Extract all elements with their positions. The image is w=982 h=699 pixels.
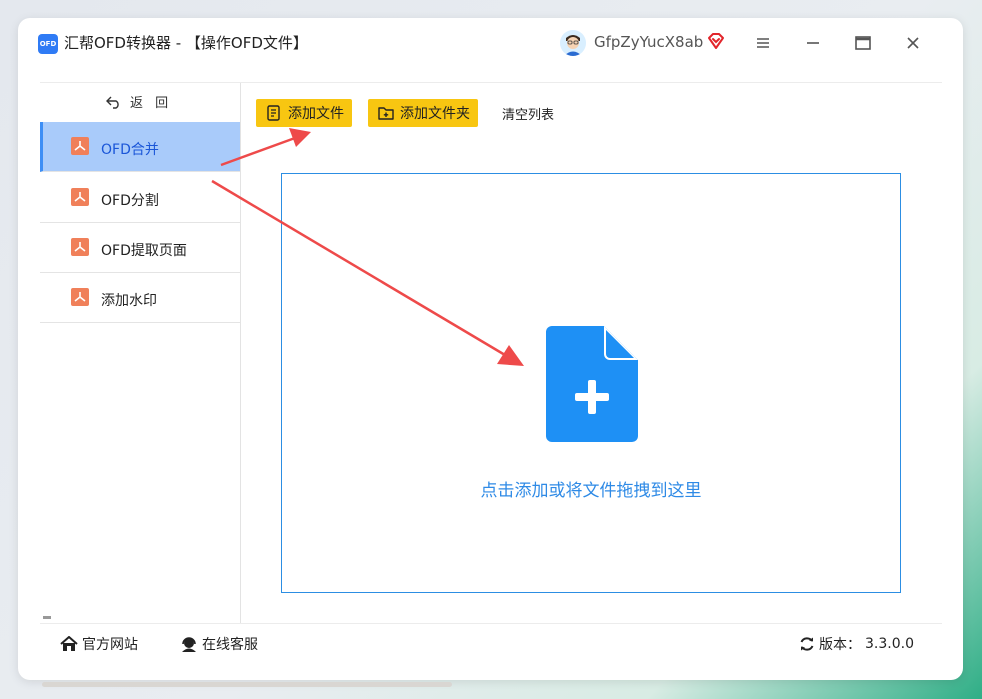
sidebar-item-label: OFD提取页面: [101, 243, 187, 259]
file-list-icon: [267, 105, 280, 121]
username[interactable]: GfpZyYucX8ab: [594, 33, 703, 51]
online-support-link[interactable]: 在线客服: [180, 634, 258, 654]
sidebar-item-label: OFD合并: [101, 142, 159, 158]
sidebar-item-ofd-extract-pages[interactable]: OFD提取页面: [40, 223, 240, 273]
minimize-icon[interactable]: [802, 32, 824, 54]
back-button[interactable]: 返 回: [106, 92, 172, 111]
user-avatar[interactable]: [560, 30, 586, 56]
add-folder-button[interactable]: 添加文件夹: [368, 99, 478, 127]
menu-icon[interactable]: [752, 32, 774, 54]
ofd-doc-icon: [71, 238, 89, 256]
sidebar-item-add-watermark[interactable]: 添加水印: [40, 273, 240, 323]
version-label: 版本：: [819, 637, 862, 653]
status-bar: 官方网站 在线客服 版本： 3.3.0.0: [40, 623, 942, 660]
add-file-button[interactable]: 添加文件: [256, 99, 352, 127]
add-document-icon[interactable]: [546, 326, 638, 442]
ofd-doc-icon: [71, 288, 89, 306]
add-folder-label: 添加文件夹: [400, 106, 470, 122]
drop-zone-hint: 点击添加或将文件拖拽到这里: [480, 481, 702, 501]
add-file-label: 添加文件: [288, 106, 344, 122]
official-website-label: 官方网站: [82, 637, 138, 653]
home-icon: [60, 636, 78, 651]
online-support-label: 在线客服: [202, 637, 258, 653]
ofd-doc-icon: [71, 188, 89, 206]
headset-icon: [182, 637, 196, 652]
app-title: 汇帮OFD转换器 - 【操作OFD文件】: [64, 34, 308, 52]
version-info: 版本： 3.3.0.0: [799, 634, 914, 654]
sidebar-item-ofd-merge[interactable]: OFD合并: [40, 122, 240, 172]
app-logo-icon: OFD: [38, 34, 58, 54]
back-button-label: 返 回: [130, 96, 173, 111]
version-value: 3.3.0.0: [865, 636, 914, 652]
official-website-link[interactable]: 官方网站: [60, 634, 138, 654]
file-drop-zone[interactable]: 点击添加或将文件拖拽到这里: [281, 173, 901, 593]
undo-arrow-icon: [106, 96, 119, 109]
clear-list-button[interactable]: 清空列表: [502, 104, 554, 123]
refresh-icon[interactable]: [799, 636, 815, 652]
close-icon[interactable]: [902, 32, 924, 54]
sidebar-item-label: 添加水印: [101, 293, 157, 309]
folder-add-icon: [378, 107, 394, 120]
title-bar: OFD 汇帮OFD转换器 - 【操作OFD文件】 GfpZyYucX8ab: [22, 22, 932, 64]
maximize-icon[interactable]: [852, 32, 874, 54]
sidebar-item-label: OFD分割: [101, 193, 159, 209]
sidebar-scroll-handle[interactable]: [43, 616, 51, 619]
sidebar-item-ofd-split[interactable]: OFD分割: [40, 173, 240, 223]
sidebar: 返 回 OFD合并 OFD分割 OFD提取页面 添加水印: [40, 83, 241, 623]
vip-diamond-icon[interactable]: [706, 31, 726, 51]
ofd-doc-icon: [71, 137, 89, 155]
taskbar-shadow: [42, 682, 452, 687]
